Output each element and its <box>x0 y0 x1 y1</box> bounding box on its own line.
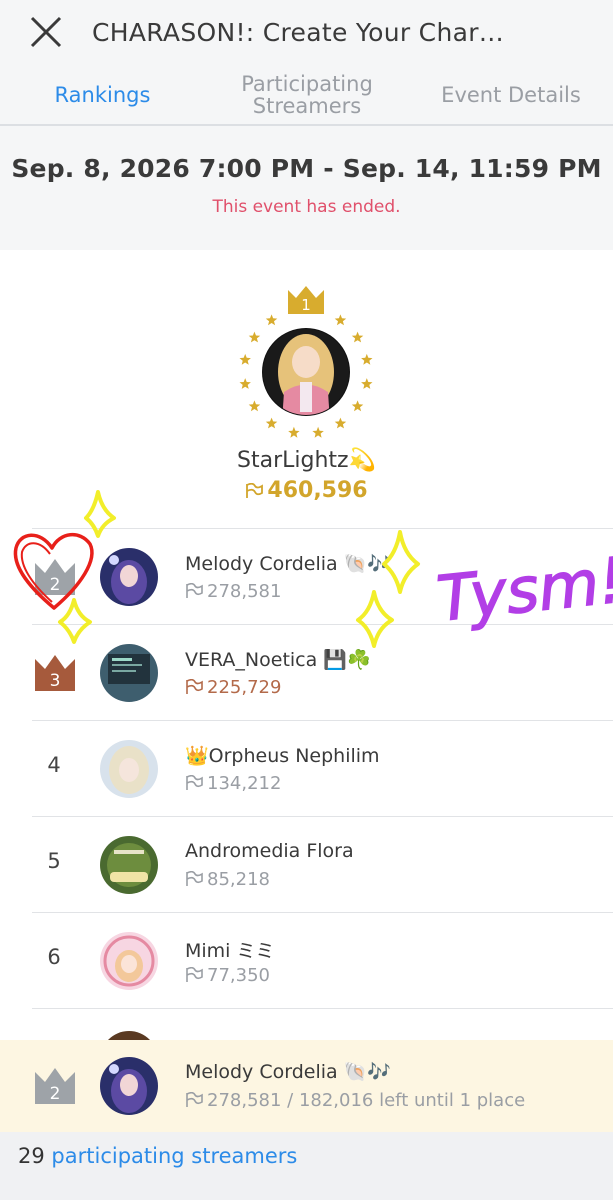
streamer-score-value: 77,350 <box>207 965 270 986</box>
star-icon <box>351 400 364 412</box>
streamer-score: 85,218 <box>185 869 270 890</box>
flag-icon <box>186 583 203 598</box>
bronze-crown-icon: 3 <box>35 655 75 691</box>
my-ranking[interactable]: 2 Melody Cordelia 🐚🎶 278,581 / 182,016 l… <box>0 1040 613 1132</box>
star-icon <box>334 417 347 429</box>
rank-number: 6 <box>47 945 61 969</box>
tab-participating-streamers-label: Participating Streamers <box>241 72 373 118</box>
star-icon <box>248 400 261 412</box>
flag-icon <box>186 679 203 694</box>
first-place-name: StarLightz💫 <box>237 448 376 473</box>
streamer-score: 134,212 <box>185 773 281 794</box>
page-title: CHARASON!: Create Your Char… <box>92 18 505 47</box>
streamer-score-value: 134,212 <box>207 773 282 794</box>
close-icon[interactable] <box>26 14 66 50</box>
avatar <box>100 548 158 606</box>
streamer-score-value: 225,729 <box>207 677 282 698</box>
list-item[interactable]: 5 Andromedia Flora 85,218 <box>32 816 613 912</box>
streamer-name: Melody Cordelia 🐚🎶 <box>185 553 392 575</box>
my-score: 278,581 / 182,016 left until 1 place <box>185 1090 525 1111</box>
list-item[interactable]: 3 VERA_Noetica 💾☘️ 225,729 <box>32 624 613 720</box>
avatar <box>100 836 158 894</box>
streamer-name: 👑Orpheus Nephilim <box>185 745 380 767</box>
svg-text:2: 2 <box>50 1084 61 1104</box>
crown-icon: 1 <box>288 286 324 314</box>
flag-icon <box>186 967 203 982</box>
list-item[interactable]: 6 Mimi ミミ 77,350 <box>32 912 613 1008</box>
star-icon <box>361 353 373 365</box>
star-icon <box>265 417 278 429</box>
silver-crown-icon: 2 <box>35 1068 75 1104</box>
flag-icon <box>186 1092 203 1107</box>
event-dates: Sep. 8, 2026 7:00 PM - Sep. 14, 11:59 PM <box>11 154 602 183</box>
avatar <box>100 740 158 798</box>
avatar <box>100 932 158 990</box>
list-item[interactable]: 2 Melody Cordelia 🐚🎶 278,581 <box>32 528 613 624</box>
avatar <box>100 1057 158 1115</box>
my-name: Melody Cordelia 🐚🎶 <box>185 1061 392 1083</box>
star-icon <box>265 314 278 326</box>
flag-icon <box>186 775 203 790</box>
event-status: This event has ended. <box>212 197 401 217</box>
streamer-score-value: 85,218 <box>207 869 270 890</box>
svg-text:2: 2 <box>50 575 61 595</box>
flag-icon <box>246 483 264 498</box>
streamer-name: Andromedia Flora <box>185 840 354 862</box>
rank-number: 4 <box>47 753 61 777</box>
star-icon <box>334 314 347 326</box>
tab-participating-streamers[interactable]: Participating Streamers <box>205 64 409 126</box>
star-icon <box>361 378 373 389</box>
tab-rankings[interactable]: Rankings <box>0 64 205 126</box>
svg-text:1: 1 <box>301 296 311 314</box>
star-icon <box>288 426 300 438</box>
tab-bar: Rankings Participating Streamers Event D… <box>0 64 613 189</box>
star-icon <box>351 331 364 343</box>
participating-streamers-link[interactable]: participating streamers <box>51 1144 297 1168</box>
streamer-score: 225,729 <box>185 677 281 698</box>
first-place-score: 460,596 <box>0 478 613 503</box>
participant-count-number: 29 <box>18 1144 45 1168</box>
svg-text:3: 3 <box>50 671 61 691</box>
streamer-name: VERA_Noetica 💾☘️ <box>185 649 371 671</box>
silver-crown-icon: 2 <box>35 559 75 595</box>
rank-number: 5 <box>47 849 61 873</box>
list-item[interactable]: 4 👑Orpheus Nephilim 134,212 <box>32 720 613 816</box>
avatar <box>100 644 158 702</box>
streamer-score: 278,581 <box>185 581 281 602</box>
my-score-value: 278,581 / 182,016 left until 1 place <box>207 1090 526 1111</box>
star-icon <box>248 331 261 343</box>
first-place[interactable]: 1 StarLightz💫 460,596 <box>0 250 613 528</box>
participant-count: 29 participating streamers <box>18 1144 297 1168</box>
first-place-avatar: 1 <box>239 286 373 438</box>
event-period: Sep. 8, 2026 7:00 PM - Sep. 14, 11:59 PM… <box>0 126 613 250</box>
flag-icon <box>186 871 203 886</box>
star-icon <box>239 378 251 389</box>
footer: 29 participating streamers <box>0 1132 613 1200</box>
streamer-name: Mimi ミミ <box>185 940 275 962</box>
streamer-score-value: 278,581 <box>207 581 282 602</box>
star-icon <box>312 426 324 438</box>
top-bar: CHARASON!: Create Your Char… <box>0 0 613 64</box>
streamer-score: 77,350 <box>185 965 270 986</box>
first-place-score-value: 460,596 <box>267 478 368 503</box>
tab-event-details[interactable]: Event Details <box>409 64 613 126</box>
star-icon <box>239 353 251 365</box>
